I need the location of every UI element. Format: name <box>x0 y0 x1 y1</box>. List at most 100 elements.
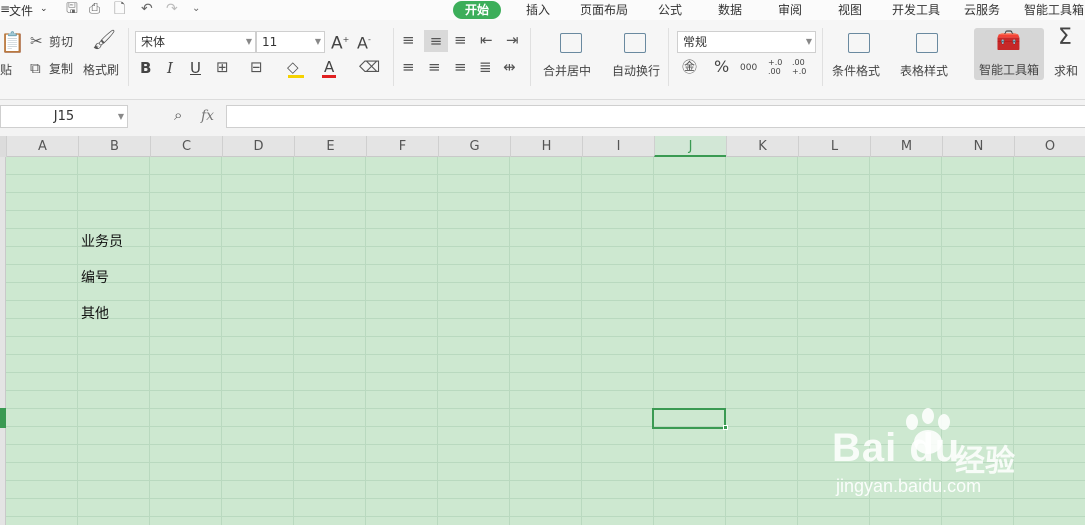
column-header-H[interactable]: H <box>510 136 582 157</box>
align-right-icon[interactable]: ≡ <box>454 59 467 75</box>
column-header-J[interactable]: J <box>654 136 726 157</box>
redo-icon[interactable]: ↷ <box>166 1 178 17</box>
column-header-L[interactable]: L <box>798 136 870 157</box>
wrap-text-button[interactable]: 自动换行 <box>612 62 660 79</box>
font-color-icon[interactable]: A <box>324 59 334 75</box>
increase-decimal-icon[interactable]: +.0 .00 <box>768 58 788 76</box>
tab-page-layout[interactable]: 页面布局 <box>580 1 628 19</box>
merge-center-icon[interactable] <box>560 33 582 53</box>
tab-formulas[interactable]: 公式 <box>658 1 682 19</box>
format-painter-icon[interactable]: 🖌 <box>92 31 116 50</box>
increase-font-size-icon[interactable]: A+ <box>331 32 349 52</box>
column-header-B[interactable]: B <box>78 136 150 157</box>
file-menu-chevron-down-icon[interactable]: ⌄ <box>40 4 48 14</box>
cell-style-icon[interactable]: ⊟ <box>250 59 263 75</box>
percent-icon[interactable]: % <box>714 59 729 75</box>
decrease-decimal-icon[interactable]: .00 +.0 <box>792 58 812 76</box>
cell-B8[interactable]: 其他 <box>81 303 109 323</box>
sum-icon[interactable]: Σ <box>1058 27 1072 49</box>
column-header-M[interactable]: M <box>870 136 942 157</box>
align-top-icon[interactable]: ≡ <box>402 32 415 48</box>
fill-color-icon[interactable]: ◇ <box>287 59 299 75</box>
column-header-G[interactable]: G <box>438 136 510 157</box>
tab-view[interactable]: 视图 <box>838 1 862 19</box>
align-center-icon[interactable]: ≡ <box>428 59 441 75</box>
borders-icon[interactable]: ⊞ <box>216 59 229 75</box>
save-icon[interactable]: 🖫 <box>66 1 78 17</box>
file-menu[interactable]: 文件 <box>9 2 33 19</box>
fill-handle[interactable] <box>723 425 728 430</box>
scissors-icon[interactable]: ✂ <box>30 33 43 49</box>
chevron-down-icon: ▼ <box>805 37 812 46</box>
watermark-chinese: 经验 <box>955 444 1015 479</box>
tab-cloud-service[interactable]: 云服务 <box>964 1 1000 19</box>
align-bottom-icon[interactable]: ≡ <box>454 32 467 48</box>
conditional-format-icon[interactable] <box>848 33 870 53</box>
paste-icon[interactable]: 📋 <box>0 32 25 52</box>
tab-insert[interactable]: 插入 <box>526 1 550 19</box>
table-style-button[interactable]: 表格样式 <box>900 62 948 79</box>
column-header-K[interactable]: K <box>726 136 798 157</box>
copy-icon[interactable]: ⧉ <box>30 60 41 76</box>
undo-icon[interactable]: ↶ <box>141 1 153 17</box>
font-color-swatch <box>322 75 336 78</box>
font-size-select[interactable]: 11 ▼ <box>256 31 325 53</box>
smart-toolbox-label: 智能工具箱 <box>979 63 1040 77</box>
cell-B6[interactable]: 编号 <box>81 267 109 287</box>
tab-developer[interactable]: 开发工具 <box>892 1 940 19</box>
currency-icon[interactable]: ㊎ <box>682 59 697 75</box>
column-header-I[interactable]: I <box>582 136 654 157</box>
bold-icon[interactable]: B <box>140 60 151 76</box>
decrease-font-size-icon[interactable]: A- <box>357 32 371 51</box>
justify-icon[interactable]: ≣ <box>479 59 492 75</box>
fx-icon[interactable]: fx <box>201 108 214 124</box>
tab-data[interactable]: 数据 <box>718 1 742 19</box>
conditional-format-button[interactable]: 条件格式 <box>832 62 880 79</box>
format-painter-button[interactable]: 格式刷 <box>83 62 119 78</box>
number-format-select[interactable]: 常规 ▼ <box>677 31 816 53</box>
formula-bar: J15 ▼ ⌕ fx <box>0 100 1085 136</box>
print-preview-icon[interactable]: 🗋 <box>114 1 125 17</box>
column-header-D[interactable]: D <box>222 136 294 157</box>
smart-toolbox-button[interactable]: 🧰 智能工具箱 <box>974 28 1044 80</box>
increase-indent-icon[interactable]: ⇥ <box>506 32 519 48</box>
table-style-icon[interactable] <box>916 33 938 53</box>
chevron-down-icon: ▼ <box>117 112 124 121</box>
merge-center-button[interactable]: 合并居中 <box>543 62 591 79</box>
decrease-indent-icon[interactable]: ⇤ <box>480 32 493 48</box>
formula-input[interactable] <box>226 105 1085 128</box>
align-left-icon[interactable]: ≡ <box>402 59 415 75</box>
copy-button[interactable]: 复制 <box>49 61 73 77</box>
column-header-F[interactable]: F <box>366 136 438 157</box>
distributed-align-icon[interactable]: ⇹ <box>503 59 516 75</box>
cut-button[interactable]: 剪切 <box>49 34 73 50</box>
toolbox-icon: 🧰 <box>996 28 1021 52</box>
column-header-C[interactable]: C <box>150 136 222 157</box>
tab-home[interactable]: 开始 <box>453 1 502 19</box>
thousands-separator-icon[interactable]: 000 <box>740 60 757 76</box>
font-name-select[interactable]: 宋体 ▼ <box>135 31 256 53</box>
italic-icon[interactable]: I <box>167 60 173 76</box>
chevron-down-icon: ▼ <box>245 37 252 46</box>
column-header-E[interactable]: E <box>294 136 366 157</box>
zoom-lookup-icon[interactable]: ⌕ <box>174 107 182 123</box>
column-header-O[interactable]: O <box>1014 136 1085 157</box>
cell-B4[interactable]: 业务员 <box>81 231 123 251</box>
ribbon-divider <box>668 28 669 86</box>
wrap-text-icon[interactable] <box>624 33 646 53</box>
align-middle-icon[interactable]: ≡ <box>424 30 448 52</box>
tab-review[interactable]: 审阅 <box>778 1 802 19</box>
chevron-down-icon: ▼ <box>314 37 321 46</box>
paste-button[interactable]: 贴 <box>0 62 12 78</box>
print-icon[interactable]: ⎙ <box>89 1 100 17</box>
name-box[interactable]: J15 ▼ <box>0 105 128 128</box>
column-header-A[interactable]: A <box>6 136 78 157</box>
underline-icon[interactable]: U <box>190 60 201 76</box>
selected-cell-J15[interactable] <box>652 408 726 429</box>
column-header-N[interactable]: N <box>942 136 1014 157</box>
sum-button[interactable]: 求和 <box>1054 62 1078 79</box>
clear-icon[interactable]: ⌫ <box>359 59 380 75</box>
quick-access-chevron-down-icon[interactable]: ⌄ <box>192 1 200 17</box>
tab-smart-toolbox[interactable]: 智能工具箱 <box>1024 1 1084 19</box>
menu-bar: ≡ 文件 ⌄ 🖫 ⎙ 🗋 ↶ ↷ ⌄ 开始 插入 页面布局 公式 数据 审阅 视… <box>0 0 1085 20</box>
